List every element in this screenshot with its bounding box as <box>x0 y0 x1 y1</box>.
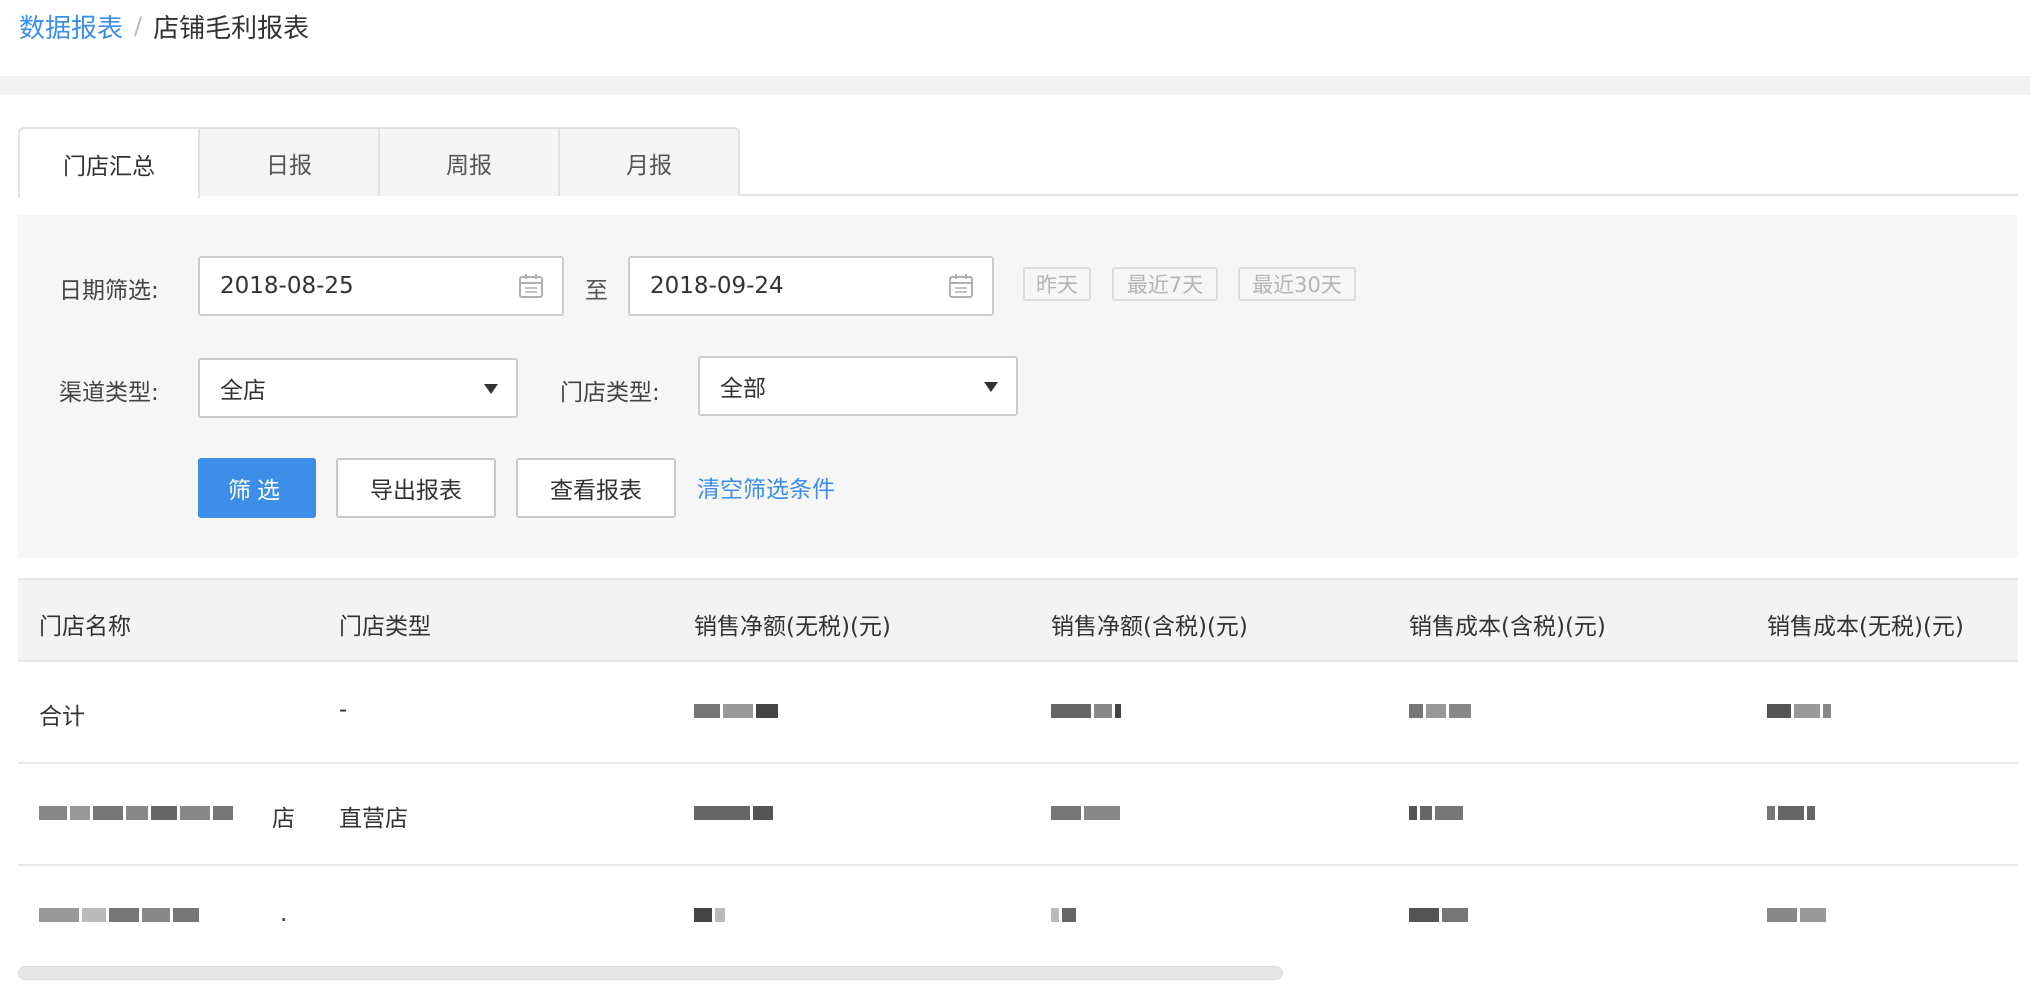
channel-type-label: 渠道类型: <box>59 380 159 406</box>
cell-store-name-suffix: . <box>280 901 288 927</box>
redacted-value <box>1051 700 1124 724</box>
redacted-value <box>1409 700 1474 724</box>
caret-down-icon <box>484 384 498 394</box>
redacted-value <box>694 802 776 826</box>
redacted-value <box>694 700 781 724</box>
filter-button[interactable]: 筛选 <box>198 458 316 518</box>
end-date-input[interactable]: 2018-09-24 <box>628 256 994 316</box>
header-divider-band <box>0 76 2030 95</box>
cell-store-name: 合计 <box>39 704 85 730</box>
quick-range-yesterday[interactable]: 昨天 <box>1023 267 1091 301</box>
redacted-value <box>1767 802 1818 826</box>
export-report-button[interactable]: 导出报表 <box>336 458 496 518</box>
tab-daily[interactable]: 日报 <box>198 127 380 196</box>
store-type-label: 门店类型: <box>560 380 660 406</box>
column-header-cost-excl-tax: 销售成本(无税)(元) <box>1767 614 1964 640</box>
calendar-icon[interactable] <box>518 273 544 299</box>
quick-range-7-days[interactable]: 最近7天 <box>1112 267 1218 301</box>
breadcrumb-link-data-reports[interactable]: 数据报表 <box>19 8 123 45</box>
date-filter-label: 日期筛选: <box>59 278 159 304</box>
breadcrumb: 数据报表 / 店铺毛利报表 <box>19 8 310 45</box>
tab-store-summary[interactable]: 门店汇总 <box>18 127 200 198</box>
redacted-value <box>694 904 728 928</box>
redacted-store-name <box>39 802 236 826</box>
view-report-button[interactable]: 查看报表 <box>516 458 676 518</box>
store-type-select[interactable]: 全部 <box>698 356 1018 416</box>
column-header-net-sales-excl-tax: 销售净额(无税)(元) <box>694 614 891 640</box>
gross-profit-table: 门店名称 门店类型 销售净额(无税)(元) 销售净额(含税)(元) 销售成本(含… <box>18 578 2018 968</box>
tab-weekly[interactable]: 周报 <box>378 127 560 196</box>
breadcrumb-separator: / <box>134 12 143 40</box>
page-title: 店铺毛利报表 <box>153 13 310 44</box>
start-date-value: 2018-08-25 <box>220 273 354 299</box>
column-header-store-name: 门店名称 <box>39 614 131 640</box>
date-range-to-label: 至 <box>585 278 608 304</box>
caret-down-icon <box>984 382 998 392</box>
redacted-value <box>1051 802 1123 826</box>
calendar-icon[interactable] <box>948 273 974 299</box>
redacted-value <box>1767 700 1834 724</box>
redacted-store-name <box>39 904 202 928</box>
table-row: . <box>18 866 2018 968</box>
column-header-store-type: 门店类型 <box>339 614 431 640</box>
cell-store-type: 直营店 <box>339 806 408 832</box>
redacted-value <box>1409 904 1471 928</box>
channel-type-value: 全店 <box>220 378 266 404</box>
table-row: 店 直营店 <box>18 764 2018 866</box>
redacted-value <box>1051 904 1079 928</box>
horizontal-scrollbar[interactable] <box>18 966 2018 984</box>
report-tabs: 门店汇总 日报 周报 月报 <box>18 127 2018 198</box>
filter-panel: 日期筛选: 2018-08-25 至 2018-09-24 昨天 最近7天 最近… <box>18 215 2018 558</box>
quick-range-30-days[interactable]: 最近30天 <box>1238 267 1356 301</box>
table-header: 门店名称 门店类型 销售净额(无税)(元) 销售净额(含税)(元) 销售成本(含… <box>18 578 2018 662</box>
store-type-value: 全部 <box>720 376 766 402</box>
start-date-input[interactable]: 2018-08-25 <box>198 256 564 316</box>
channel-type-select[interactable]: 全店 <box>198 358 518 418</box>
column-header-cost-incl-tax: 销售成本(含税)(元) <box>1409 614 1606 640</box>
redacted-value <box>1409 802 1466 826</box>
clear-filters-link[interactable]: 清空筛选条件 <box>697 470 835 504</box>
horizontal-scrollbar-thumb[interactable] <box>18 966 1283 980</box>
cell-store-name-suffix: 店 <box>272 806 295 832</box>
tab-monthly[interactable]: 月报 <box>558 127 740 196</box>
redacted-value <box>1767 904 1829 928</box>
cell-store-type: - <box>339 697 348 723</box>
column-header-net-sales-incl-tax: 销售净额(含税)(元) <box>1051 614 1248 640</box>
table-row: 合计 - <box>18 662 2018 764</box>
end-date-value: 2018-09-24 <box>650 273 784 299</box>
